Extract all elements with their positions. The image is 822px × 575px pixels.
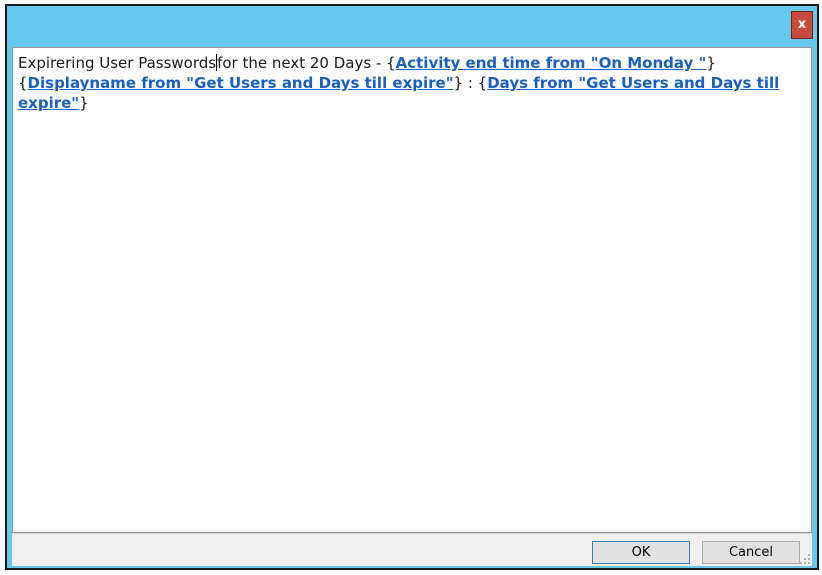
token-displayname[interactable]: Displayname from "Get Users and Days til…: [28, 74, 454, 92]
resize-grip-icon[interactable]: [799, 553, 811, 565]
editor-text-days: for the next 20 Days - {: [217, 54, 396, 72]
ok-button[interactable]: OK: [592, 541, 690, 564]
editor-text-brace: {: [18, 74, 28, 92]
dialog-window: x Expirering User Passwordsfor the next …: [5, 4, 819, 570]
editor-text-brace: }: [79, 94, 89, 112]
button-bar: OK Cancel: [12, 533, 812, 566]
close-button[interactable]: x: [791, 11, 813, 39]
title-bar[interactable]: x: [7, 6, 817, 47]
dialog-body: Expirering User Passwordsfor the next 20…: [12, 47, 812, 566]
cancel-button[interactable]: Cancel: [702, 541, 800, 564]
message-editor[interactable]: Expirering User Passwordsfor the next 20…: [12, 47, 812, 533]
editor-text-brace: }: [706, 54, 716, 72]
editor-text-separator: } : {: [453, 74, 488, 92]
token-activity-end-time[interactable]: Activity end time from "On Monday ": [396, 54, 707, 72]
editor-text-prefix: Expirering User Passwords: [18, 54, 217, 72]
